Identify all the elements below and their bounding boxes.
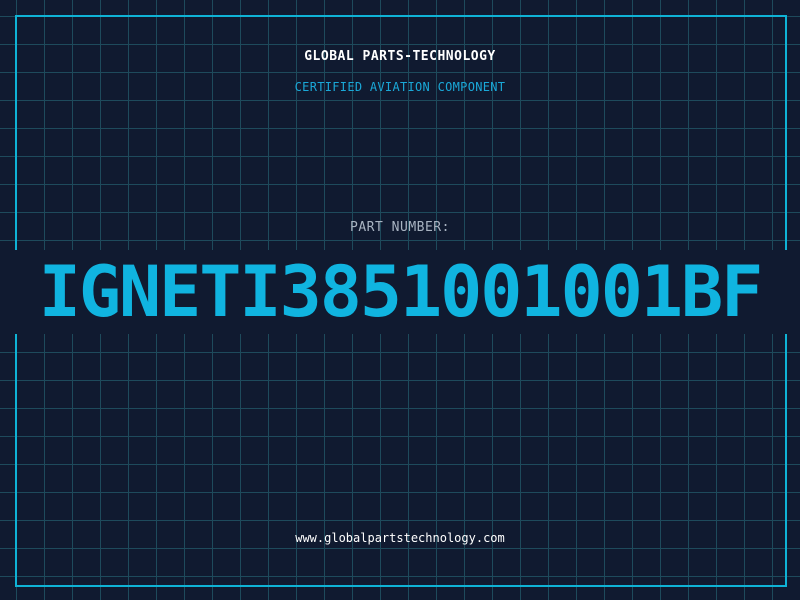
part-number-band: IGNETI3851001001BF xyxy=(0,250,800,334)
part-number-value: IGNETI3851001001BF xyxy=(38,251,764,333)
certification-subtitle: CERTIFIED AVIATION COMPONENT xyxy=(294,80,506,94)
part-number-label: PART NUMBER: xyxy=(350,220,450,235)
website-url: www.globalpartstechnology.com xyxy=(295,531,505,545)
company-name: GLOBAL PARTS-TECHNOLOGY xyxy=(304,49,496,64)
